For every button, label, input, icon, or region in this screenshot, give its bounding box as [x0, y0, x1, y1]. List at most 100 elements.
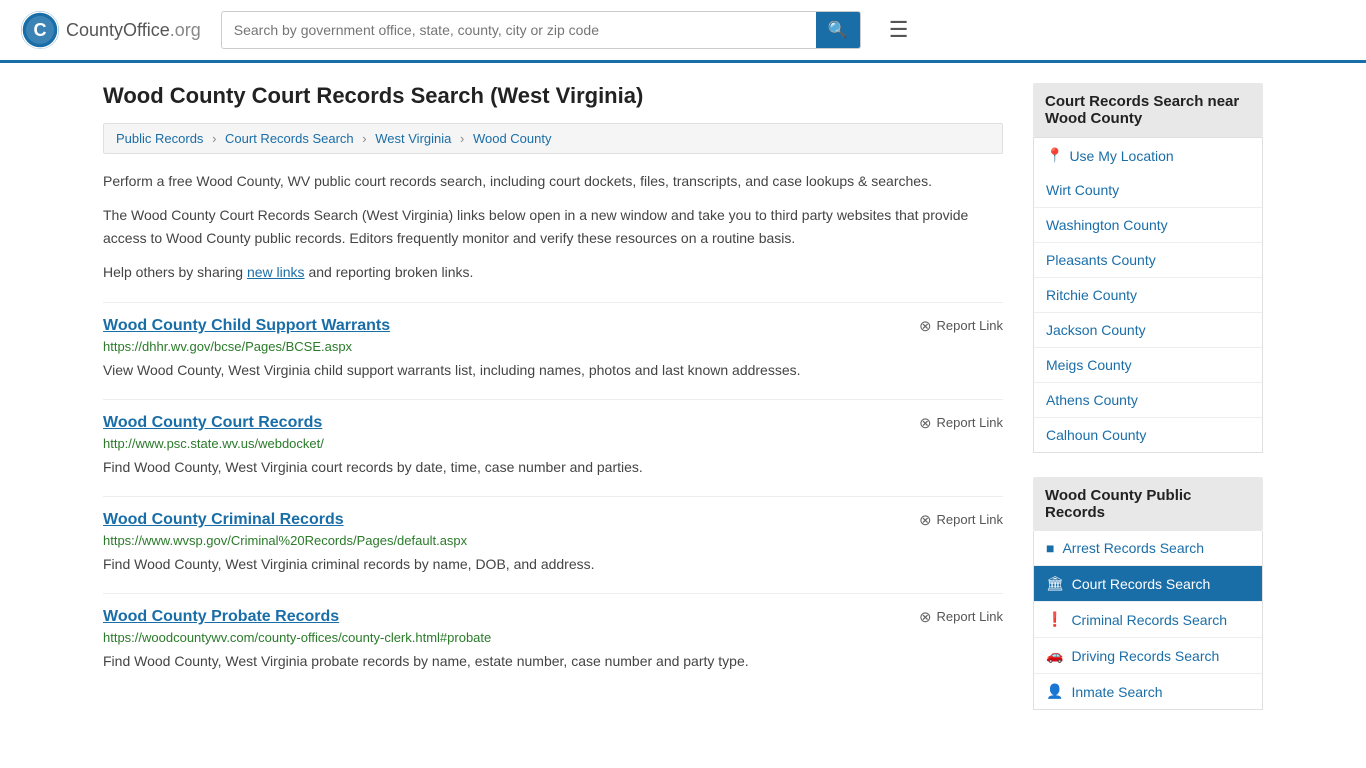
hamburger-icon: ☰	[889, 17, 909, 42]
svg-text:C: C	[34, 20, 47, 40]
report-link-label: Report Link	[937, 512, 1003, 527]
records-list: Wood County Child Support Warrants ⊗ Rep…	[103, 302, 1003, 672]
nearby-county-link[interactable]: Washington County	[1034, 208, 1262, 242]
location-pin-icon: 📍	[1046, 147, 1063, 164]
public-record-label: Arrest Records Search	[1062, 540, 1204, 556]
public-record-label: Driving Records Search	[1071, 648, 1219, 664]
search-bar: 🔍	[221, 11, 861, 49]
report-link-button[interactable]: ⊗ Report Link	[919, 414, 1003, 432]
public-record-item: 👤 Inmate Search	[1034, 674, 1262, 709]
nearby-county-item: Washington County	[1034, 208, 1262, 243]
site-logo[interactable]: C CountyOffice.org	[20, 10, 201, 50]
public-record-link[interactable]: ■ Arrest Records Search	[1034, 531, 1262, 565]
nearby-county-link[interactable]: Jackson County	[1034, 313, 1262, 347]
report-link-button[interactable]: ⊗ Report Link	[919, 608, 1003, 626]
record-url: https://dhhr.wv.gov/bcse/Pages/BCSE.aspx	[103, 339, 1003, 354]
public-record-label: Inmate Search	[1071, 684, 1162, 700]
nearby-county-link[interactable]: Wirt County	[1034, 173, 1262, 207]
nearby-county-link[interactable]: Ritchie County	[1034, 278, 1262, 312]
breadcrumb-public-records[interactable]: Public Records	[116, 131, 203, 146]
public-record-link[interactable]: 🏛 Court Records Search	[1034, 566, 1262, 601]
public-record-label: Court Records Search	[1072, 576, 1211, 592]
public-record-item: ■ Arrest Records Search	[1034, 531, 1262, 566]
menu-button[interactable]: ☰	[881, 13, 917, 47]
report-link-label: Report Link	[937, 609, 1003, 624]
nearby-county-item: Meigs County	[1034, 348, 1262, 383]
left-column: Wood County Court Records Search (West V…	[103, 83, 1003, 734]
public-record-icon: ❗	[1046, 611, 1063, 628]
record-title-row: Wood County Criminal Records ⊗ Report Li…	[103, 511, 1003, 529]
record-url: http://www.psc.state.wv.us/webdocket/	[103, 436, 1003, 451]
new-links-link[interactable]: new links	[247, 264, 305, 280]
nearby-county-link[interactable]: Meigs County	[1034, 348, 1262, 382]
use-location-label: Use My Location	[1069, 148, 1173, 164]
nearby-county-item: Jackson County	[1034, 313, 1262, 348]
report-link-button[interactable]: ⊗ Report Link	[919, 317, 1003, 335]
search-icon: 🔍	[828, 22, 848, 39]
breadcrumb: Public Records › Court Records Search › …	[103, 123, 1003, 154]
breadcrumb-court-records[interactable]: Court Records Search	[225, 131, 354, 146]
public-record-icon: 🚗	[1046, 647, 1063, 664]
nearby-county-link[interactable]: Athens County	[1034, 383, 1262, 417]
nearby-section: Court Records Search near Wood County 📍 …	[1033, 83, 1263, 453]
site-header: C CountyOffice.org 🔍 ☰	[0, 0, 1366, 63]
nearby-county-item: Ritchie County	[1034, 278, 1262, 313]
logo-icon: C	[20, 10, 60, 50]
breadcrumb-sep-1: ›	[212, 131, 216, 146]
breadcrumb-west-virginia[interactable]: West Virginia	[375, 131, 451, 146]
use-location-button[interactable]: 📍 Use My Location	[1033, 137, 1263, 173]
nearby-county-item: Pleasants County	[1034, 243, 1262, 278]
record-title[interactable]: Wood County Child Support Warrants	[103, 317, 390, 335]
search-button[interactable]: 🔍	[816, 12, 860, 48]
report-link-icon: ⊗	[919, 608, 932, 626]
breadcrumb-sep-2: ›	[362, 131, 366, 146]
record-title[interactable]: Wood County Probate Records	[103, 608, 339, 626]
record-title[interactable]: Wood County Criminal Records	[103, 511, 344, 529]
public-records-header: Wood County Public Records	[1033, 477, 1263, 531]
nearby-header: Court Records Search near Wood County	[1033, 83, 1263, 137]
public-records-list: ■ Arrest Records Search 🏛 Court Records …	[1033, 531, 1263, 710]
logo-text: CountyOffice.org	[66, 20, 201, 41]
record-title-row: Wood County Child Support Warrants ⊗ Rep…	[103, 317, 1003, 335]
report-link-icon: ⊗	[919, 511, 932, 529]
public-record-link[interactable]: ❗ Criminal Records Search	[1034, 602, 1262, 637]
nearby-county-link[interactable]: Calhoun County	[1034, 418, 1262, 452]
public-record-link[interactable]: 👤 Inmate Search	[1034, 674, 1262, 709]
public-record-item: 🚗 Driving Records Search	[1034, 638, 1262, 674]
description-para-3: Help others by sharing new links and rep…	[103, 261, 1003, 283]
report-link-label: Report Link	[937, 415, 1003, 430]
public-record-label: Criminal Records Search	[1071, 612, 1227, 628]
public-record-item: ❗ Criminal Records Search	[1034, 602, 1262, 638]
page-title: Wood County Court Records Search (West V…	[103, 83, 1003, 109]
record-title[interactable]: Wood County Court Records	[103, 414, 322, 432]
record-title-row: Wood County Court Records ⊗ Report Link	[103, 414, 1003, 432]
public-record-icon: ■	[1046, 540, 1054, 556]
description-para-2: The Wood County Court Records Search (We…	[103, 204, 1003, 249]
report-link-icon: ⊗	[919, 414, 932, 432]
report-link-icon: ⊗	[919, 317, 932, 335]
record-desc: Find Wood County, West Virginia probate …	[103, 651, 1003, 672]
public-records-section: Wood County Public Records ■ Arrest Reco…	[1033, 477, 1263, 710]
record-title-row: Wood County Probate Records ⊗ Report Lin…	[103, 608, 1003, 626]
record-entry: Wood County Court Records ⊗ Report Link …	[103, 399, 1003, 478]
record-entry: Wood County Probate Records ⊗ Report Lin…	[103, 593, 1003, 672]
record-desc: Find Wood County, West Virginia court re…	[103, 457, 1003, 478]
nearby-county-item: Athens County	[1034, 383, 1262, 418]
nearby-county-item: Wirt County	[1034, 173, 1262, 208]
search-input[interactable]	[222, 14, 816, 46]
public-record-icon: 🏛	[1046, 575, 1064, 592]
report-link-button[interactable]: ⊗ Report Link	[919, 511, 1003, 529]
record-entry: Wood County Child Support Warrants ⊗ Rep…	[103, 302, 1003, 381]
nearby-county-link[interactable]: Pleasants County	[1034, 243, 1262, 277]
public-record-link[interactable]: 🚗 Driving Records Search	[1034, 638, 1262, 673]
record-url: https://www.wvsp.gov/Criminal%20Records/…	[103, 533, 1003, 548]
report-link-label: Report Link	[937, 318, 1003, 333]
right-column: Court Records Search near Wood County 📍 …	[1033, 83, 1263, 734]
nearby-county-item: Calhoun County	[1034, 418, 1262, 452]
main-content: Wood County Court Records Search (West V…	[83, 63, 1283, 754]
breadcrumb-sep-3: ›	[460, 131, 464, 146]
record-entry: Wood County Criminal Records ⊗ Report Li…	[103, 496, 1003, 575]
breadcrumb-wood-county[interactable]: Wood County	[473, 131, 552, 146]
record-desc: View Wood County, West Virginia child su…	[103, 360, 1003, 381]
public-record-icon: 👤	[1046, 683, 1063, 700]
